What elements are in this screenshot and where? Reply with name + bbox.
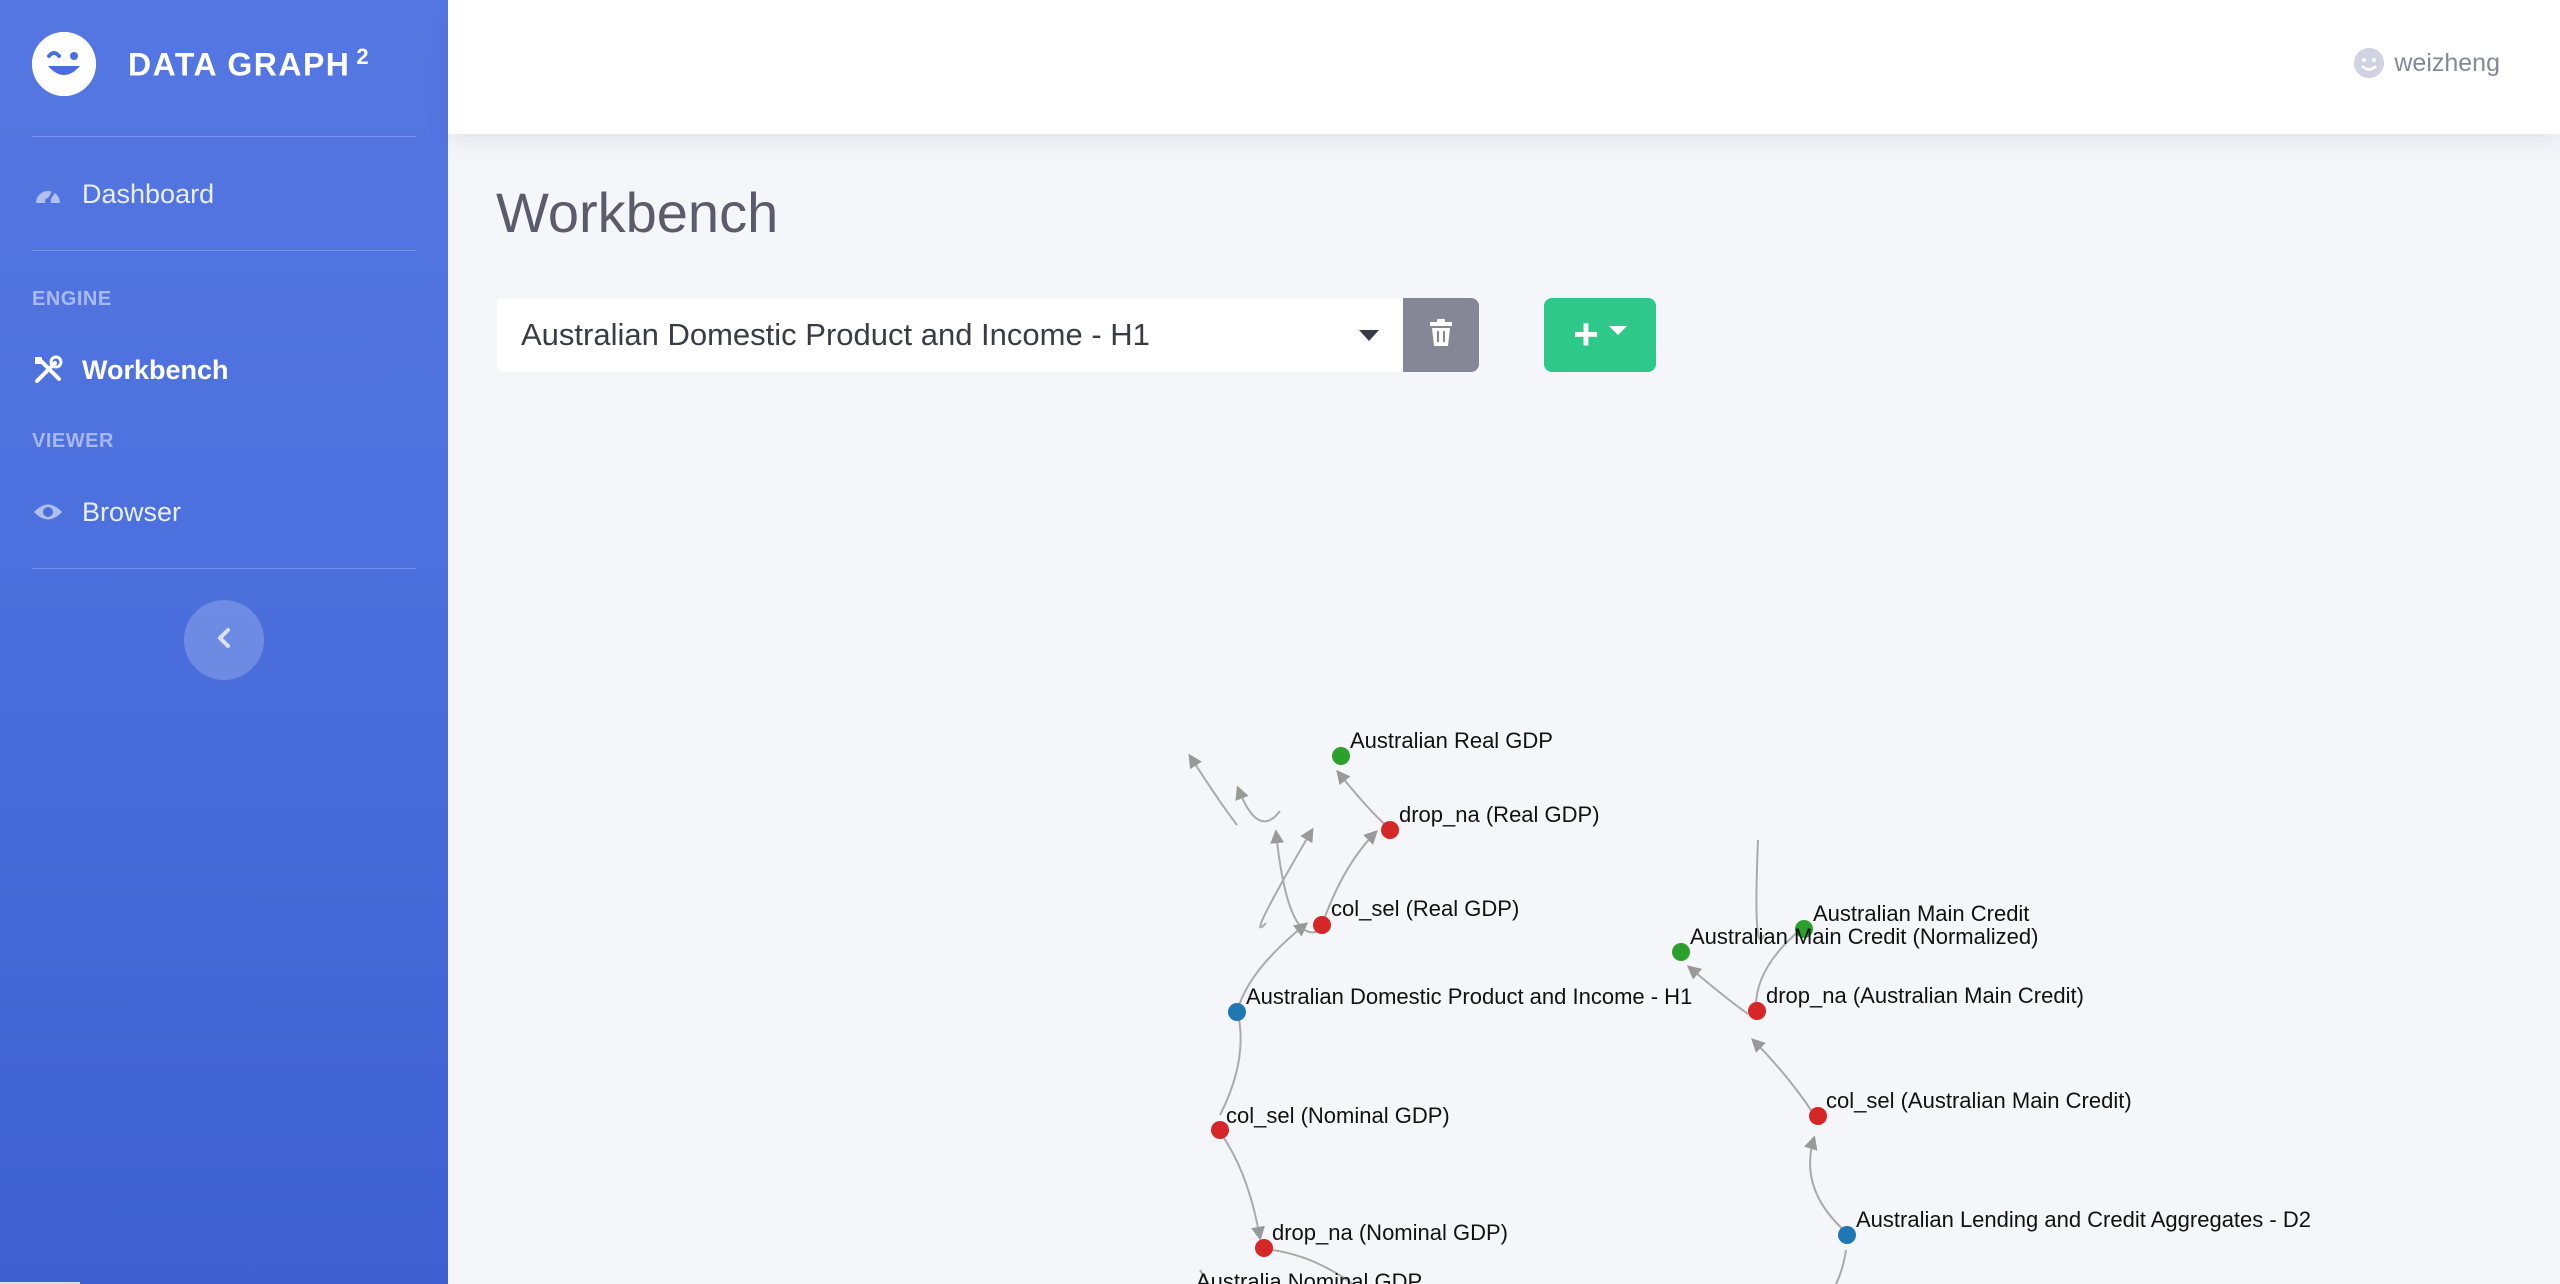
graph-node-label: col_sel (Nominal GDP) <box>1226 1103 1450 1128</box>
graph-node[interactable]: col_sel (Nominal GDP) <box>1211 1103 1450 1139</box>
graph-node-marker[interactable] <box>1838 1226 1856 1244</box>
add-button[interactable]: + <box>1544 298 1656 372</box>
sidebar-heading-engine: ENGINE <box>32 288 112 310</box>
workflow-graph[interactable]: Australian Real GDP drop_na (Real GDP) c… <box>448 400 2560 1284</box>
graph-node[interactable]: Australian Domestic Product and Income -… <box>1228 984 1692 1021</box>
page-title: Workbench <box>496 181 779 244</box>
graph-node[interactable]: drop_na (Australian Main Credit) <box>1748 983 2084 1020</box>
graph-node-marker[interactable] <box>1228 1003 1246 1021</box>
graph-node[interactable]: col_sel (Real GDP) <box>1313 896 1519 934</box>
graph-edge <box>1835 1249 1847 1284</box>
graph-node-marker[interactable] <box>1332 747 1350 765</box>
sidebar-item-label: Workbench <box>82 354 229 385</box>
sidebar-item-label: Dashboard <box>82 178 215 209</box>
dataset-select-value: Australian Domestic Product and Income -… <box>521 317 1150 352</box>
tools-icon <box>32 354 64 386</box>
graph-node-label: Australian Real GDP <box>1350 728 1553 753</box>
graph-node-label: col_sel (Australian Main Credit) <box>1826 1088 2132 1113</box>
graph-node-label: Australian Main Credit <box>1813 901 2029 926</box>
sidebar-divider <box>32 136 416 137</box>
sidebar-heading-viewer: VIEWER <box>32 430 114 452</box>
eye-icon <box>32 496 64 528</box>
graph-edge <box>1218 1130 1265 1241</box>
graph-edges-main <box>1218 769 1848 1284</box>
graph-node-label: Australian Lending and Credit Aggregates… <box>1856 1207 2311 1232</box>
graph-node-marker[interactable] <box>1313 916 1331 934</box>
sidebar-divider <box>32 250 416 251</box>
sidebar-toggle-button[interactable] <box>184 600 264 680</box>
graph-node[interactable]: Australia Nominal GDP <box>1196 1269 1422 1284</box>
graph-nodes[interactable]: Australian Real GDP drop_na (Real GDP) c… <box>1196 728 2311 1284</box>
caret-down-icon <box>1359 330 1379 341</box>
graph-node-label: drop_na (Real GDP) <box>1399 802 1600 827</box>
graph-node[interactable]: drop_na (Nominal GDP) <box>1255 1220 1508 1257</box>
graph-node-label: Australia Nominal GDP <box>1196 1269 1422 1284</box>
graph-node-label: Australian Domestic Product and Income -… <box>1246 984 1692 1009</box>
caret-down-icon <box>1608 325 1627 335</box>
graph-edge <box>1804 1135 1848 1234</box>
sidebar: DATA GRAPH 2 Dashboard ENGINE Workbench V… <box>0 0 448 1284</box>
brand[interactable]: DATA GRAPH 2 <box>32 32 370 96</box>
graph-node-marker[interactable] <box>1672 943 1690 961</box>
sidebar-item-workbench[interactable]: Workbench <box>32 346 229 394</box>
graph-node[interactable]: Australian Lending and Credit Aggregates… <box>1838 1207 2311 1244</box>
trash-icon <box>1429 318 1453 352</box>
graph-node-label: drop_na (Nominal GDP) <box>1272 1220 1508 1245</box>
sidebar-item-label: Browser <box>82 496 182 527</box>
graph-node-marker[interactable] <box>1381 821 1399 839</box>
sidebar-item-dashboard[interactable]: Dashboard <box>32 170 214 218</box>
user-avatar-icon <box>2354 48 2385 78</box>
graph-edge <box>1751 1038 1816 1117</box>
sidebar-item-browser[interactable]: Browser <box>32 488 181 536</box>
graph-edge <box>1235 785 1281 823</box>
graph-node-marker[interactable] <box>1255 1239 1273 1257</box>
user-menu[interactable]: weizheng <box>2354 48 2500 78</box>
graph-node-label: Australian Main Credit (Normalized) <box>1690 924 2038 949</box>
graph-edge <box>1686 965 1749 1015</box>
graph-node[interactable]: Australian Main Credit (Normalized) <box>1672 924 2038 961</box>
brand-name: DATA GRAPH 2 <box>128 44 371 83</box>
graph-edge <box>1219 1013 1242 1116</box>
brand-superscript: 2 <box>356 44 371 70</box>
dataset-select[interactable]: Australian Domestic Product and Income -… <box>497 298 1403 372</box>
tachometer-icon <box>32 178 64 210</box>
graph-node[interactable]: Australian Real GDP <box>1332 728 1553 765</box>
plus-icon: + <box>1573 310 1599 359</box>
graph-node-marker[interactable] <box>1748 1002 1766 1020</box>
graph-edge <box>448 400 1237 825</box>
username: weizheng <box>2394 48 2500 77</box>
topbar: weizheng <box>448 0 2560 134</box>
graph-node[interactable]: drop_na (Real GDP) <box>1381 802 1600 839</box>
graph-node-marker[interactable] <box>1809 1107 1827 1125</box>
graph-edge <box>1188 753 1238 826</box>
graph-node[interactable]: col_sel (Australian Main Credit) <box>1809 1088 2132 1125</box>
chevron-left-icon <box>216 627 232 654</box>
brand-logo-icon <box>32 32 96 96</box>
graph-edge <box>1259 827 1314 929</box>
graph-node-label: drop_na (Australian Main Credit) <box>1766 983 2084 1008</box>
graph-node-label: col_sel (Real GDP) <box>1331 896 1519 921</box>
sidebar-divider <box>32 568 416 569</box>
graph-edges <box>448 400 1765 1284</box>
delete-button[interactable] <box>1403 298 1479 372</box>
graph-edge <box>1336 769 1391 830</box>
